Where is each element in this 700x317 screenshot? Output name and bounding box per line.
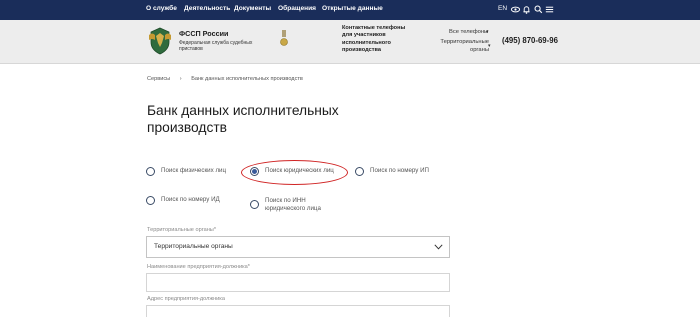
highlight-annotation (241, 160, 348, 185)
territorial-select[interactable]: Территориальные органы (146, 236, 450, 258)
nav-open-data[interactable]: Открытые данные (322, 5, 383, 12)
radio-enforcement-number[interactable]: Поиск по номеру ИП (355, 167, 429, 176)
breadcrumb-services[interactable]: Сервисы (147, 76, 170, 82)
radio-label: Поиск физических лиц (161, 167, 227, 174)
chevron-down-icon: ▾ (486, 29, 489, 35)
all-phones-link[interactable]: Все телефоны (449, 28, 488, 36)
nav-documents[interactable]: Документы (234, 5, 271, 12)
bell-icon[interactable] (521, 4, 532, 15)
nav-about[interactable]: О службе (146, 5, 177, 12)
breadcrumb-current: Банк данных исполнительных производств (191, 76, 303, 82)
breadcrumb-separator: › (179, 76, 182, 82)
chevron-down-icon: ▾ (488, 43, 491, 49)
territorial-link[interactable]: Территориальные органы (437, 38, 489, 54)
hotline-phone[interactable]: (495) 870-69-96 (502, 36, 558, 45)
fssp-emblem-icon[interactable] (147, 26, 173, 56)
company-name-input[interactable] (146, 273, 450, 292)
medal-icon (280, 30, 288, 46)
company-label: Наименование предприятия-должника* (147, 264, 250, 270)
radio-button[interactable] (250, 200, 259, 209)
page-title: Банк данных исполнительных производств (147, 103, 339, 135)
org-name[interactable]: ФССП России (179, 29, 228, 38)
radio-button[interactable] (146, 167, 155, 176)
top-navigation: О службе Деятельность Документы Обращени… (0, 0, 700, 20)
radio-label: Поиск по номеру ИП (370, 167, 430, 174)
contact-phones-title: Контактные телефоны для участников испол… (342, 25, 406, 54)
radio-document-number[interactable]: Поиск по номеру ИД (146, 196, 220, 205)
site-header: ФССП России Федеральная служба судебных … (0, 20, 700, 64)
chevron-down-icon (434, 244, 443, 250)
address-input[interactable] (146, 305, 450, 317)
territorial-label: Территориальные органы* (147, 227, 217, 233)
language-switch[interactable]: EN (498, 5, 507, 12)
nav-appeals[interactable]: Обращения (278, 5, 316, 12)
radio-button[interactable] (146, 196, 155, 205)
radio-button[interactable] (355, 167, 364, 176)
radio-label: Поиск по ИНН юридического лица (265, 197, 321, 212)
radio-inn[interactable]: Поиск по ИНН юридического лица (250, 197, 337, 212)
org-subtitle: Федеральная служба судебных приставов (179, 40, 253, 53)
eye-icon[interactable] (510, 4, 521, 15)
radio-individuals[interactable]: Поиск физических лиц (146, 167, 226, 176)
radio-label: Поиск по номеру ИД (161, 196, 220, 203)
address-label: Адрес предприятия-должника (147, 296, 225, 302)
breadcrumb: Сервисы › Банк данных исполнительных про… (147, 76, 311, 82)
nav-activity[interactable]: Деятельность (184, 5, 230, 12)
search-icon[interactable] (533, 4, 544, 15)
menu-icon[interactable] (544, 4, 555, 15)
territorial-value: Территориальные органы (154, 243, 233, 250)
